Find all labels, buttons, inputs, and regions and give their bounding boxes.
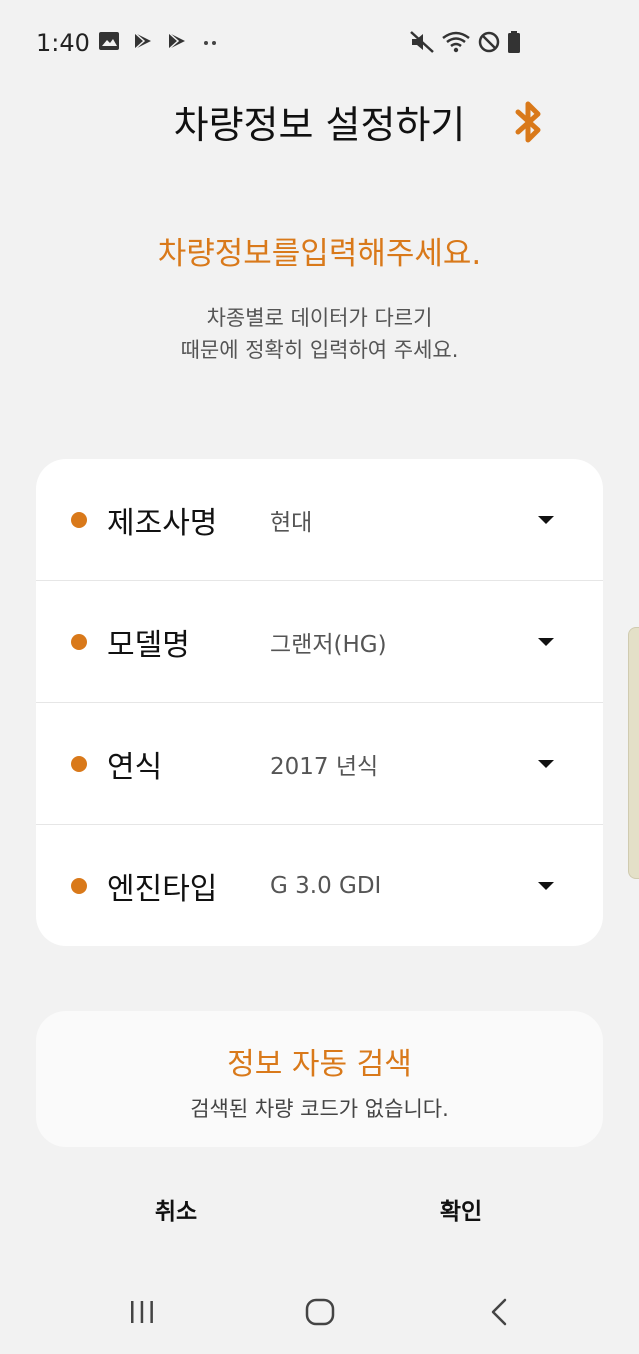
gallery-icon [99, 32, 119, 50]
dropdown-arrow-icon [538, 881, 554, 890]
more-dots-icon [204, 41, 216, 45]
status-time: 1:40 [36, 29, 90, 57]
play-store-icon [134, 32, 151, 50]
manufacturer-dropdown[interactable]: 제조사명 현대 [36, 459, 603, 581]
intro-description: 차종별로 데이터가 다르기 때문에 정확히 입력하여 주세요. [0, 302, 639, 366]
play-store-icon [168, 32, 185, 50]
vehicle-info-card: 제조사명 현대 모델명 그랜저(HG) 연식 2017 년식 엔진타입 G 3.… [36, 459, 603, 946]
home-icon[interactable] [305, 1298, 335, 1326]
battery-icon [508, 31, 520, 53]
auto-search-title: 정보 자동 검색 [227, 1047, 412, 1082]
status-bar: 1:40 [0, 0, 639, 84]
year-label: 연식 [107, 750, 163, 785]
manufacturer-label: 제조사명 [107, 506, 218, 541]
required-dot [71, 877, 87, 894]
intro-line-1: 차종별로 데이터가 다르기 [206, 306, 433, 330]
status-right-icons [409, 30, 521, 54]
dropdown-arrow-icon [538, 760, 554, 768]
edge-panel-handle[interactable] [628, 627, 639, 879]
confirm-button[interactable]: 확인 [386, 1192, 536, 1226]
recent-apps-icon[interactable] [129, 1300, 155, 1324]
intro-headline: 차량정보를입력해주세요. [157, 236, 482, 272]
model-value: 그랜저(HG) [270, 632, 387, 658]
required-dot [71, 634, 87, 650]
required-dot [71, 512, 87, 528]
cancel-button[interactable]: 취소 [101, 1192, 251, 1226]
back-icon[interactable] [489, 1298, 509, 1326]
model-dropdown[interactable]: 모델명 그랜저(HG) [36, 581, 603, 703]
manufacturer-value: 현대 [270, 510, 313, 536]
dropdown-arrow-icon [538, 638, 554, 646]
status-left-icons [98, 31, 220, 51]
model-label: 모델명 [107, 628, 190, 663]
intro-line-2: 때문에 정확히 입력하여 주세요. [180, 338, 459, 362]
year-value: 2017 년식 [270, 754, 379, 780]
do-not-disturb-icon [478, 31, 500, 53]
engine-type-value: G 3.0 GDI [270, 872, 382, 899]
mute-icon [410, 31, 434, 53]
dropdown-arrow-icon [538, 516, 554, 524]
required-dot [71, 756, 87, 772]
navigation-bar [0, 1270, 639, 1354]
engine-type-label: 엔진타입 [107, 871, 218, 907]
wifi-icon [442, 31, 470, 53]
bluetooth-icon[interactable] [510, 98, 546, 146]
auto-search-button[interactable]: 정보 자동 검색 검색된 차량 코드가 없습니다. [36, 1011, 603, 1147]
auto-search-status: 검색된 차량 코드가 없습니다. [190, 1097, 449, 1121]
year-dropdown[interactable]: 연식 2017 년식 [36, 703, 603, 825]
engine-type-dropdown[interactable]: 엔진타입 G 3.0 GDI [36, 825, 603, 946]
